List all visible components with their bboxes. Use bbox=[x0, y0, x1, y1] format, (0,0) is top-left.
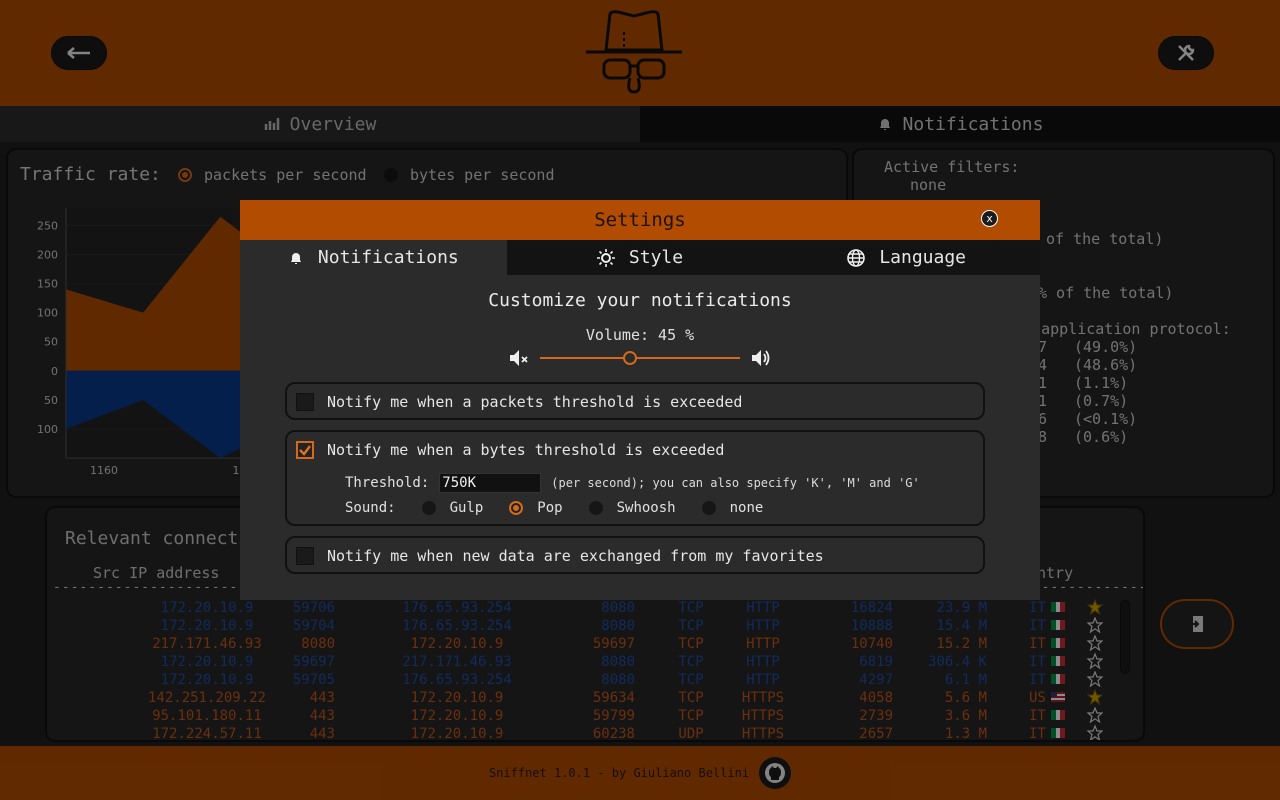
sound-pop-label: Pop bbox=[537, 500, 563, 516]
settings-modal: Settings x Notifications Style Language … bbox=[240, 200, 1041, 600]
bytes-threshold-label: Notify me when a bytes threshold is exce… bbox=[327, 441, 725, 459]
sound-option-gulp[interactable]: Gulp bbox=[421, 500, 484, 516]
bytes-threshold-option: Notify me when a bytes threshold is exce… bbox=[285, 430, 985, 526]
sound-option-none[interactable]: none bbox=[701, 500, 764, 516]
settings-tab-notifications[interactable]: Notifications bbox=[240, 240, 507, 275]
settings-tab-language[interactable]: Language bbox=[773, 240, 1041, 275]
favorites-option[interactable]: Notify me when new data are exchanged fr… bbox=[285, 536, 985, 574]
sound-row: Sound: Gulp Pop Swhoosh none bbox=[345, 500, 763, 516]
volume-slider-thumb[interactable] bbox=[623, 351, 637, 365]
radio-unselected-icon bbox=[701, 501, 716, 515]
volume-slider-track[interactable] bbox=[540, 357, 740, 359]
volume-control bbox=[508, 347, 774, 369]
threshold-hint: (per second); you can also specify 'K', … bbox=[551, 476, 920, 490]
settings-title-bar: Settings x bbox=[240, 200, 1040, 240]
settings-tab-style-label: Style bbox=[628, 247, 684, 268]
sound-none-label: none bbox=[729, 500, 764, 516]
sound-option-swhoosh[interactable]: Swhoosh bbox=[588, 500, 676, 516]
settings-tab-notifications-label: Notifications bbox=[317, 247, 459, 268]
packets-threshold-label: Notify me when a packets threshold is ex… bbox=[327, 393, 743, 411]
globe-icon bbox=[847, 248, 866, 267]
volume-mute-icon[interactable] bbox=[508, 347, 530, 369]
volume-up-icon[interactable] bbox=[750, 347, 772, 369]
packets-threshold-checkbox[interactable] bbox=[296, 393, 314, 411]
checkmark-icon bbox=[299, 445, 311, 456]
settings-tabs: Notifications Style Language bbox=[240, 240, 1041, 275]
sound-label: Sound: bbox=[345, 500, 396, 516]
settings-title: Settings bbox=[594, 209, 686, 231]
sun-icon bbox=[596, 248, 615, 267]
volume-label: Volume: 45 % bbox=[585, 326, 695, 344]
radio-unselected-icon bbox=[421, 501, 436, 515]
packets-threshold-option[interactable]: Notify me when a packets threshold is ex… bbox=[285, 382, 985, 420]
favorites-checkbox[interactable] bbox=[296, 547, 314, 565]
settings-subtitle: Customize your notifications bbox=[488, 290, 792, 311]
close-button[interactable]: x bbox=[981, 210, 998, 227]
threshold-input[interactable] bbox=[439, 473, 542, 493]
bytes-threshold-checkbox[interactable] bbox=[296, 441, 314, 459]
sound-swhoosh-label: Swhoosh bbox=[616, 500, 676, 516]
settings-tab-language-label: Language bbox=[879, 247, 967, 268]
threshold-row: Threshold: (per second); you can also sp… bbox=[345, 473, 920, 493]
sound-option-pop[interactable]: Pop bbox=[509, 500, 563, 516]
threshold-label: Threshold: bbox=[345, 475, 430, 491]
settings-tab-style[interactable]: Style bbox=[506, 240, 774, 275]
radio-selected-icon bbox=[509, 501, 524, 515]
bell-icon bbox=[290, 252, 301, 264]
radio-unselected-icon bbox=[588, 501, 603, 515]
favorites-label: Notify me when new data are exchanged fr… bbox=[327, 547, 824, 565]
sound-gulp-label: Gulp bbox=[449, 500, 484, 516]
